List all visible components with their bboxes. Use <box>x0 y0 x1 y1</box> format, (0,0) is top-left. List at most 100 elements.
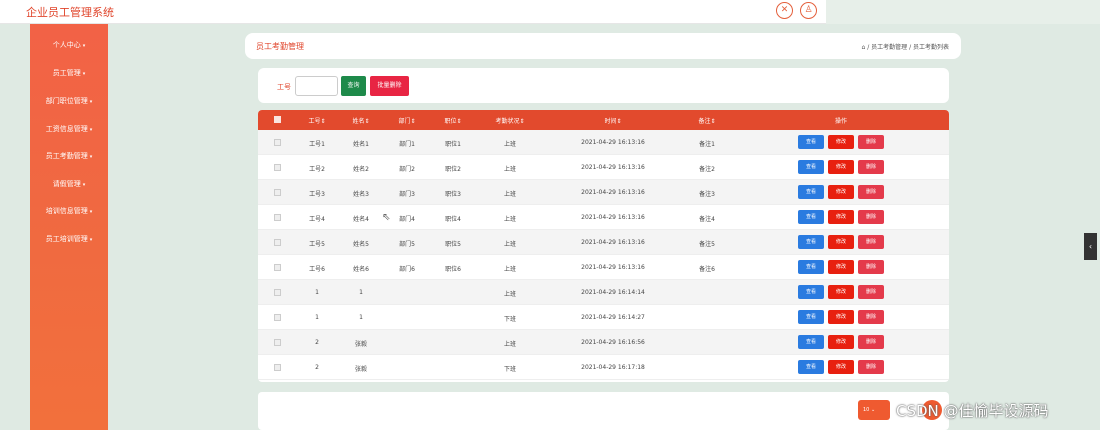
view-button[interactable]: 查看 <box>798 235 824 249</box>
chevron-left-icon[interactable]: ‹ <box>1084 233 1097 260</box>
column-header-position[interactable]: 职位⇕ <box>442 116 464 125</box>
watermark: CSDN @佳愉毕设源码 <box>896 402 1049 420</box>
sidebar-item-departments[interactable]: 部门职位管理 ▾ <box>30 96 108 106</box>
cell-name: 姓名4 <box>353 216 369 223</box>
chevron-down-icon: ▾ <box>89 237 93 243</box>
cell-name: 张毅 <box>354 366 367 373</box>
edit-button[interactable]: 修改 <box>828 285 854 299</box>
chevron-down-icon: ▾ <box>82 71 86 77</box>
cell-name: 姓名6 <box>353 266 369 273</box>
delete-button[interactable]: 删除 <box>858 135 884 149</box>
row-checkbox[interactable] <box>274 189 281 196</box>
edit-button[interactable]: 修改 <box>828 135 854 149</box>
sidebar-item-training-info[interactable]: 培训信息管理 ▾ <box>30 206 108 216</box>
cell-name: 1 <box>359 289 363 296</box>
cell-time: 2021-04-29 16:13:16 <box>581 239 645 246</box>
sidebar-item-employee-training[interactable]: 员工培训管理 ▾ <box>30 234 108 244</box>
row-checkbox[interactable] <box>274 339 281 346</box>
cell-department: 部门2 <box>399 166 415 173</box>
chevron-down-icon: ▾ <box>89 99 93 105</box>
sort-icon: ⇕ <box>410 118 416 125</box>
view-button[interactable]: 查看 <box>798 185 824 199</box>
page-title: 员工考勤管理 <box>256 42 304 51</box>
view-button[interactable]: 查看 <box>798 335 824 349</box>
view-button[interactable]: 查看 <box>798 360 824 374</box>
cell-note: 备注6 <box>699 266 715 273</box>
cell-status: 上班 <box>503 241 516 248</box>
edit-button[interactable]: 修改 <box>828 185 854 199</box>
breadcrumb[interactable]: ⌂ / 员工考勤管理 / 员工考勤列表 <box>862 42 949 51</box>
row-checkbox[interactable] <box>274 289 281 296</box>
delete-button[interactable]: 删除 <box>858 210 884 224</box>
mouse-cursor-icon: ⇖ <box>382 212 391 223</box>
column-header-time[interactable]: 时间⇕ <box>598 116 628 125</box>
view-button[interactable]: 查看 <box>798 135 824 149</box>
cell-time: 2021-04-29 16:13:16 <box>581 189 645 196</box>
edit-button[interactable]: 修改 <box>828 260 854 274</box>
delete-button[interactable]: 删除 <box>858 260 884 274</box>
cell-time: 2021-04-29 16:14:27 <box>581 314 645 321</box>
cell-name: 姓名1 <box>353 141 369 148</box>
sidebar-item-employees[interactable]: 员工管理 ▾ <box>30 68 108 78</box>
sidebar-item-salary[interactable]: 工资信息管理 ▾ <box>30 124 108 134</box>
batch-delete-button[interactable]: 批量删除 <box>370 76 409 96</box>
cell-time: 2021-04-29 16:14:14 <box>581 289 645 296</box>
select-all-checkbox[interactable] <box>274 116 281 123</box>
delete-button[interactable]: 删除 <box>858 235 884 249</box>
row-checkbox[interactable] <box>274 164 281 171</box>
edit-button[interactable]: 修改 <box>828 160 854 174</box>
view-button[interactable]: 查看 <box>798 310 824 324</box>
chevron-down-icon: ▾ <box>82 43 86 49</box>
view-button[interactable]: 查看 <box>798 285 824 299</box>
page-size-select[interactable]: 10 ⌄ <box>858 400 890 420</box>
delete-button[interactable]: 删除 <box>858 310 884 324</box>
cell-id: 2 <box>315 339 319 346</box>
delete-button[interactable]: 删除 <box>858 160 884 174</box>
row-checkbox[interactable] <box>274 239 281 246</box>
view-button[interactable]: 查看 <box>798 210 824 224</box>
view-button[interactable]: 查看 <box>798 260 824 274</box>
sort-icon: ⇕ <box>616 118 622 125</box>
sidebar-item-label: 工资信息管理 <box>45 125 88 133</box>
employee-id-input[interactable] <box>295 76 338 96</box>
sidebar-item-label: 员工管理 <box>52 69 81 77</box>
cell-note: 备注5 <box>699 241 715 248</box>
column-header-name[interactable]: 姓名⇕ <box>350 116 372 125</box>
column-header-actions: 操作 <box>834 118 847 125</box>
edit-button[interactable]: 修改 <box>828 210 854 224</box>
row-checkbox[interactable] <box>274 264 281 271</box>
table-row: 2 张毅 下班 2021-04-29 16:17:18 查看 修改 删除 <box>258 355 949 380</box>
user-icon[interactable]: ♙ <box>800 2 817 19</box>
view-button[interactable]: 查看 <box>798 160 824 174</box>
page-header: 员工考勤管理 ⌂ / 员工考勤管理 / 员工考勤列表 <box>245 33 961 59</box>
edit-button[interactable]: 修改 <box>828 335 854 349</box>
sort-icon: ⇕ <box>364 118 370 125</box>
column-header-department[interactable]: 部门⇕ <box>396 116 418 125</box>
delete-button[interactable]: 删除 <box>858 185 884 199</box>
cell-note: 备注1 <box>699 141 715 148</box>
cell-id: 2 <box>315 364 319 371</box>
chevron-down-icon: ⌄ <box>870 407 876 413</box>
table-row: 工号3 姓名3 部门3 职位3 上班 2021-04-29 16:13:16 备注3 查看 修改… <box>258 180 949 205</box>
sidebar-item-leave[interactable]: 请假管理 ▾ <box>30 179 108 189</box>
sidebar-item-attendance[interactable]: 员工考勤管理 ▾ <box>30 151 108 161</box>
query-button[interactable]: 查询 <box>341 76 366 96</box>
cell-time: 2021-04-29 16:13:16 <box>581 264 645 271</box>
delete-button[interactable]: 删除 <box>858 335 884 349</box>
row-checkbox[interactable] <box>274 364 281 371</box>
row-checkbox[interactable] <box>274 214 281 221</box>
sidebar-item-profile[interactable]: 个人中心 ▾ <box>30 40 108 50</box>
column-header-note[interactable]: 备注⇕ <box>696 116 718 125</box>
column-header-id[interactable]: 工号⇕ <box>306 116 328 125</box>
row-checkbox[interactable] <box>274 314 281 321</box>
edit-button[interactable]: 修改 <box>828 310 854 324</box>
edit-button[interactable]: 修改 <box>828 360 854 374</box>
cell-status: 上班 <box>503 216 516 223</box>
close-icon[interactable]: ✕ <box>776 2 793 19</box>
delete-button[interactable]: 删除 <box>858 285 884 299</box>
delete-button[interactable]: 删除 <box>858 360 884 374</box>
row-checkbox[interactable] <box>274 139 281 146</box>
sidebar-item-label: 培训信息管理 <box>45 207 88 215</box>
column-header-status[interactable]: 考勤状况⇕ <box>490 116 530 125</box>
edit-button[interactable]: 修改 <box>828 235 854 249</box>
